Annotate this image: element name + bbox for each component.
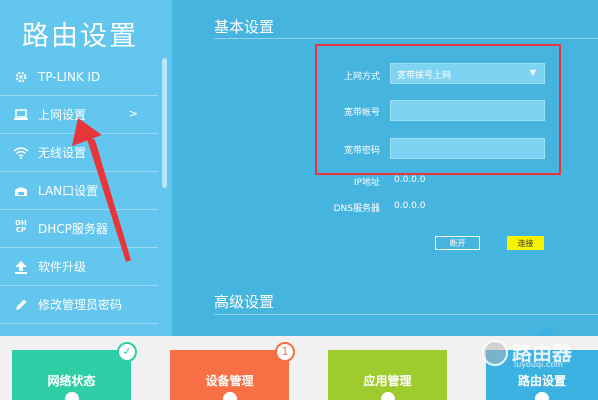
watermark-logo-icon: [482, 340, 508, 366]
laptop-icon: [12, 106, 30, 124]
wifi-icon: [12, 144, 30, 162]
main-panel: 基本设置 上网方式 宽带拨号上网 宽带帐号 宽带密码 IP地址 0.0.0.0 …: [172, 0, 598, 336]
sidebar-item-lan[interactable]: LAN口设置: [0, 172, 158, 210]
sidebar-item-label: 无线设置: [38, 146, 87, 160]
chevron-right-icon: >: [128, 107, 138, 120]
sidebar-item-tplink-id[interactable]: TP-LINK ID: [0, 58, 158, 96]
tile-label: 路由设置: [517, 374, 566, 388]
sidebar-item-wireless[interactable]: 无线设置: [0, 134, 158, 172]
tile-label: 网络状态: [47, 374, 96, 388]
sidebar-item-label: 上网设置: [38, 108, 87, 122]
disconnect-button[interactable]: 断开: [435, 236, 480, 250]
tile-network-status[interactable]: 网络状态 ✓: [12, 342, 137, 400]
tile-icon: [380, 392, 395, 400]
sidebar-item-admin-password[interactable]: 修改管理员密码: [0, 286, 158, 324]
tile-app-management[interactable]: 应用管理: [328, 350, 447, 400]
lan-icon: [12, 182, 30, 200]
section-divider: [214, 38, 598, 39]
sidebar-item-upgrade[interactable]: 软件升级: [0, 248, 158, 286]
tile-icon: [535, 392, 549, 400]
watermark-domain: luyouqi.com: [514, 360, 563, 369]
sidebar-item-internet[interactable]: 上网设置 >: [0, 96, 158, 134]
ip-value: 0.0.0.0: [394, 175, 426, 185]
sidebar-item-label: 修改管理员密码: [38, 298, 123, 312]
tile-device-management[interactable]: 设备管理 1: [170, 342, 295, 400]
basic-settings-title: 基本设置: [214, 18, 275, 36]
check-icon: ✓: [117, 342, 137, 362]
app-title: 路由设置: [22, 21, 138, 52]
section-divider: [214, 314, 598, 315]
sidebar-item-label: TP-LINK ID: [38, 69, 101, 84]
gear-icon: [12, 68, 30, 86]
tile-label: 设备管理: [205, 374, 254, 388]
watermark: 路由器 luyouqi.com: [482, 338, 592, 369]
dhcp-icon: DH CP: [15, 218, 27, 234]
sidebar-scrollbar[interactable]: [162, 58, 167, 188]
advanced-settings-title[interactable]: 高级设置: [214, 291, 274, 312]
pencil-icon: [12, 296, 30, 314]
highlight-annotation: [315, 44, 561, 175]
notification-badge: 1: [275, 342, 295, 362]
dns-label: DNS服务器: [333, 204, 380, 214]
ip-label: IP地址: [353, 178, 380, 188]
sidebar-nav: TP-LINK ID 上网设置 > 无线设置 LAN口设置 DH CP DHCP服…: [0, 58, 158, 324]
tile-label: 应用管理: [363, 374, 412, 388]
sidebar-item-label: DHCP服务器: [38, 222, 108, 236]
sidebar-item-dhcp[interactable]: DH CP DHCP服务器: [0, 210, 158, 248]
tile-icon: [222, 392, 237, 400]
tile-icon: [64, 392, 79, 400]
sidebar-item-label: LAN口设置: [38, 184, 99, 198]
active-tile-pointer: [536, 326, 556, 336]
sidebar-item-label: 软件升级: [38, 260, 87, 274]
connect-button[interactable]: 连接: [507, 236, 544, 250]
dns-value: 0.0.0.0: [394, 201, 426, 211]
sidebar: 路由设置 TP-LINK ID 上网设置 > 无线设置 LAN口设置 DH CP…: [0, 0, 172, 336]
upload-icon: [12, 258, 30, 276]
